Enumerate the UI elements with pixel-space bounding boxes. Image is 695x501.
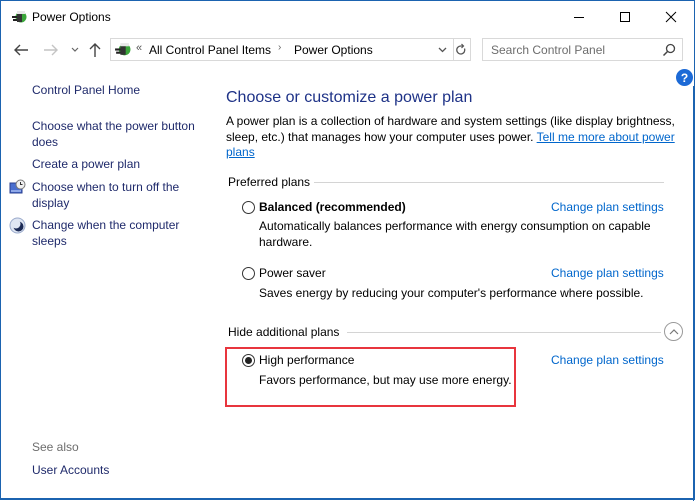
breadcrumb-all-control-panel-items[interactable]: All Control Panel Items — [149, 43, 271, 57]
arrow-up-icon — [89, 43, 101, 57]
see-also-label: See also — [32, 440, 79, 454]
display-clock-icon — [9, 179, 26, 194]
search-icon[interactable] — [662, 43, 676, 57]
high-performance-radio[interactable] — [242, 354, 255, 367]
up-button[interactable] — [87, 40, 103, 60]
title-bar: Power Options — [1, 1, 694, 33]
sidebar-item-power-button[interactable]: Choose what the power button does — [32, 118, 207, 150]
search-input[interactable]: Search Control Panel — [482, 38, 683, 61]
preferred-plans-label: Preferred plans — [228, 175, 311, 189]
page-title: Choose or customize a power plan — [226, 89, 473, 106]
balanced-change-plan-settings-link[interactable]: Change plan settings — [551, 200, 664, 214]
balanced-plan-description: Automatically balances performance with … — [259, 219, 651, 249]
minimize-button[interactable] — [556, 1, 602, 33]
arrow-left-icon — [14, 44, 28, 56]
breadcrumb-separator[interactable]: › — [278, 42, 281, 53]
power-saver-plan-name[interactable]: Power saver — [259, 266, 326, 280]
sidebar-item-create-plan[interactable]: Create a power plan — [32, 156, 207, 172]
power-options-icon — [115, 43, 131, 56]
window-title: Power Options — [32, 10, 111, 24]
sidebar-item-computer-sleeps[interactable]: Change when the computer sleeps — [32, 217, 207, 249]
chevron-down-icon — [71, 47, 79, 52]
address-dropdown-button[interactable] — [435, 42, 449, 58]
collapse-additional-plans-button[interactable] — [664, 322, 683, 341]
control-panel-home-link[interactable]: Control Panel Home — [32, 82, 207, 98]
chevron-up-icon — [669, 329, 678, 335]
arrow-right-icon — [44, 44, 58, 56]
high-performance-plan-name[interactable]: High performance — [259, 353, 354, 367]
maximize-button[interactable] — [602, 1, 648, 33]
balanced-plan-name[interactable]: Balanced (recommended) — [259, 200, 406, 214]
user-accounts-link[interactable]: User Accounts — [32, 463, 109, 477]
balanced-radio[interactable] — [242, 201, 255, 214]
close-button[interactable] — [648, 1, 694, 33]
refresh-icon — [455, 43, 465, 55]
additional-plans-divider — [347, 332, 661, 333]
back-button[interactable] — [11, 40, 31, 60]
help-button[interactable]: ? — [676, 69, 693, 86]
power-options-window: Power Options « All Control Panel Items … — [0, 0, 695, 501]
power-saver-plan-description: Saves energy by reducing your computer's… — [259, 286, 644, 300]
navigation-bar: « All Control Panel Items › Power Option… — [1, 37, 694, 63]
preferred-plans-divider — [314, 182, 664, 183]
maximize-icon — [620, 12, 630, 22]
hide-additional-plans-label[interactable]: Hide additional plans — [228, 325, 339, 339]
close-icon — [665, 11, 677, 23]
moon-sleep-icon — [9, 217, 26, 234]
power-saver-radio[interactable] — [242, 267, 255, 280]
page-description: A power plan is a collection of hardware… — [226, 114, 681, 161]
chevron-down-icon — [438, 47, 446, 53]
recent-locations-button[interactable] — [69, 40, 81, 60]
power-options-icon — [12, 11, 27, 23]
power-saver-change-plan-settings-link[interactable]: Change plan settings — [551, 266, 664, 280]
sidebar-item-turn-off-display[interactable]: Choose when to turn off the display — [32, 179, 207, 211]
refresh-button[interactable] — [451, 38, 471, 61]
minimize-icon — [574, 17, 584, 18]
breadcrumb-power-options[interactable]: Power Options — [294, 43, 373, 57]
content-right-border — [693, 86, 694, 501]
high-performance-plan-description: Favors performance, but may use more ene… — [259, 373, 512, 387]
forward-button[interactable] — [41, 40, 61, 60]
high-performance-change-plan-settings-link[interactable]: Change plan settings — [551, 353, 664, 367]
search-placeholder: Search Control Panel — [491, 43, 606, 57]
breadcrumb-overflow[interactable]: « — [136, 42, 142, 54]
address-bar[interactable]: « All Control Panel Items › Power Option… — [110, 38, 454, 61]
